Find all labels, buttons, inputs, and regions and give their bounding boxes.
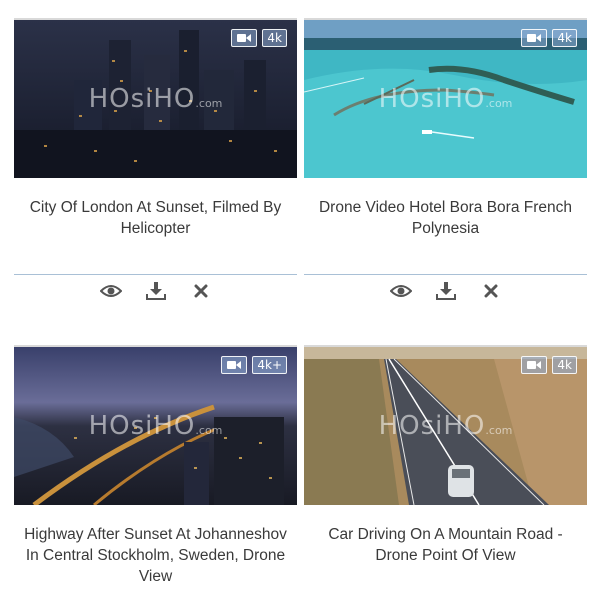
video-thumbnail[interactable]: HOsiHO.com 4k bbox=[304, 18, 587, 178]
resolution-badge: 4k bbox=[552, 356, 577, 374]
watermark: HOsiHO.com bbox=[378, 84, 513, 114]
video-camera-icon bbox=[221, 356, 248, 374]
video-thumbnail[interactable]: HOsiHO.com 4k bbox=[14, 18, 297, 178]
watermark: HOsiHO.com bbox=[88, 411, 223, 441]
resolution-badge: 4k bbox=[262, 29, 287, 47]
close-icon[interactable] bbox=[479, 280, 503, 302]
eye-icon[interactable] bbox=[389, 280, 413, 302]
video-thumbnail[interactable]: HOsiHO.com 4k bbox=[304, 345, 587, 505]
card-actions bbox=[304, 280, 587, 302]
video-title[interactable]: City Of London At Sunset, Filmed By Heli… bbox=[14, 197, 297, 239]
card-actions bbox=[14, 280, 297, 302]
video-title[interactable]: Highway After Sunset At Johanneshov In C… bbox=[14, 524, 297, 587]
close-icon[interactable] bbox=[189, 280, 213, 302]
video-card[interactable]: HOsiHO.com 4k Car Driving On A Mountain … bbox=[304, 345, 587, 566]
watermark: HOsiHO.com bbox=[378, 411, 513, 441]
resolution-badge: 4k bbox=[552, 29, 577, 47]
watermark: HOsiHO.com bbox=[88, 84, 223, 114]
eye-icon[interactable] bbox=[99, 280, 123, 302]
video-card[interactable]: HOsiHO.com 4k City Of London At Sunset, … bbox=[14, 18, 297, 239]
video-card[interactable]: HOsiHO.com 4k Drone Video Hotel Bora Bor… bbox=[304, 18, 587, 239]
download-icon[interactable] bbox=[434, 280, 458, 302]
video-title[interactable]: Car Driving On A Mountain Road - Drone P… bbox=[304, 524, 587, 566]
download-icon[interactable] bbox=[144, 280, 168, 302]
divider bbox=[14, 274, 297, 275]
resolution-badge: 4k+ bbox=[252, 356, 287, 374]
divider bbox=[304, 274, 587, 275]
video-card[interactable]: HOsiHO.com 4k+ Highway After Sunset At J… bbox=[14, 345, 297, 587]
video-camera-icon bbox=[521, 356, 548, 374]
video-title[interactable]: Drone Video Hotel Bora Bora French Polyn… bbox=[304, 197, 587, 239]
video-camera-icon bbox=[521, 29, 548, 47]
video-camera-icon bbox=[231, 29, 258, 47]
video-thumbnail[interactable]: HOsiHO.com 4k+ bbox=[14, 345, 297, 505]
